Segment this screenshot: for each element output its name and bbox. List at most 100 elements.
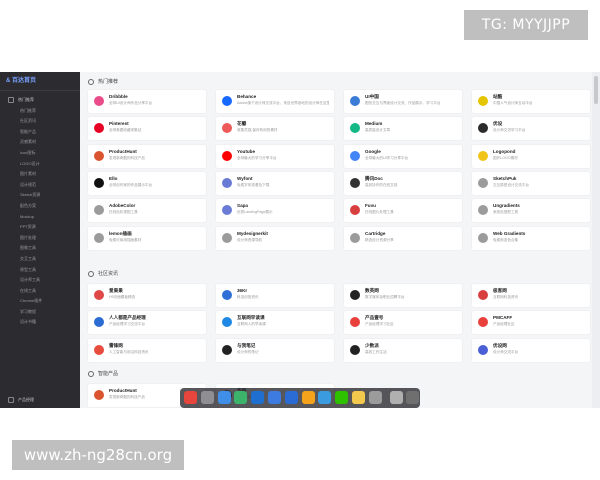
site-card[interactable]: ProductHunt 发现新奇酷的科技产品 xyxy=(88,144,206,168)
chrome-icon[interactable] xyxy=(184,391,197,404)
sidebar-item[interactable]: 原型工具 xyxy=(0,265,80,276)
sidebar-item[interactable]: icon图标 xyxy=(0,148,80,159)
sidebar-item-bottom[interactable]: 产品经理 xyxy=(0,395,80,406)
site-name: 数英网 xyxy=(365,288,379,293)
sidebar-item[interactable]: 智能产品 xyxy=(0,127,80,138)
site-name: ProductHunt xyxy=(109,388,137,393)
launchpad-icon[interactable] xyxy=(200,391,214,404)
site-card[interactable]: Google 全球最大的UI学习分享平台 xyxy=(344,144,462,168)
site-card[interactable]: 与我笔记 设计师的笔记 xyxy=(216,338,334,362)
site-card[interactable]: Behance Adobe旗下设计师交流平台，来自世界各地的设计师在这里分享 xyxy=(216,90,334,113)
site-logo-icon xyxy=(478,177,488,188)
site-card[interactable]: 花瓣 收集灵感,保存有用的素材 xyxy=(216,117,334,141)
site-name: Dribbble xyxy=(109,94,128,99)
site-card[interactable]: Ungradients 渐变色搭配工具 xyxy=(472,199,590,223)
site-card[interactable]: Pinterest 全球美图收藏采集站 xyxy=(88,117,206,141)
site-logo-icon xyxy=(478,150,488,161)
illustrator-icon[interactable] xyxy=(301,391,315,404)
sidebar-item[interactable]: Chrome插件 xyxy=(0,296,80,307)
scrollbar[interactable] xyxy=(592,72,600,408)
site-card[interactable]: Ello 全球创作家的作品展示平台 xyxy=(88,171,206,195)
site-name: 优设 xyxy=(493,121,503,127)
sidebar-item[interactable]: 配色方案 xyxy=(0,201,80,212)
sidebar-item[interactable]: 交互工具 xyxy=(0,254,80,265)
sidebar-item[interactable]: 社区资讯 xyxy=(0,116,80,127)
sidebar-item[interactable]: 设计书籍 xyxy=(0,317,80,328)
site-card[interactable]: Mydesignerkit 设计师资源导航 xyxy=(216,226,334,250)
site-card[interactable]: AdobeColor 在线色彩搭配工具 xyxy=(88,199,206,223)
trash-icon[interactable] xyxy=(389,391,403,404)
site-description: 互联网科技资讯 xyxy=(493,295,519,299)
sidebar-item[interactable]: LOGO设计 xyxy=(0,159,80,170)
site-name: 腾讯Doc xyxy=(365,175,383,181)
sidebar-item[interactable]: 在线工具 xyxy=(0,286,80,297)
site-logo-icon xyxy=(478,96,488,106)
sidebar-item[interactable]: 热门推荐 xyxy=(0,95,80,106)
photoshop-icon[interactable] xyxy=(251,391,265,404)
site-card[interactable]: 雷锋网 人工智能与前沿科技资讯 xyxy=(88,338,206,362)
sidebar-item[interactable]: 图像工具 xyxy=(0,243,80,254)
app-icon[interactable] xyxy=(284,391,298,404)
site-card[interactable]: lemon插画 免费可商用插画素材 xyxy=(88,226,206,250)
site-card[interactable]: 极客网互联网科技资讯 xyxy=(472,284,590,307)
sidebar-item[interactable]: 设计师工具 xyxy=(0,275,80,286)
site-card[interactable]: 产品壹号 产品经理学习社区 xyxy=(344,311,462,335)
site-logo-icon xyxy=(350,177,360,188)
site-card[interactable]: 优设网 设计师交流平台 xyxy=(472,338,590,362)
site-card[interactable]: 腾讯Doc 高效协作的在线文档 xyxy=(344,171,462,195)
site-logo-icon xyxy=(350,344,360,355)
sidebar-item[interactable]: 设计规范 xyxy=(0,180,80,191)
sidebar-item[interactable]: PPT资源 xyxy=(0,222,80,233)
site-card[interactable]: Medium 高质量设计文章 xyxy=(344,117,462,141)
site-name: PMCAFF xyxy=(493,315,513,321)
wechat-icon[interactable] xyxy=(335,391,349,404)
site-card[interactable]: Sapa 优秀LandingPage展示 xyxy=(216,199,334,223)
sidebar-item[interactable]: 灵感素材 xyxy=(0,137,80,148)
site-card[interactable]: Logopond 国外LOGO素材 xyxy=(472,144,590,168)
site-description: 设计师交流平台 xyxy=(493,349,519,354)
finder-icon[interactable] xyxy=(217,391,231,404)
site-card[interactable]: 少数派 高效工作生活 xyxy=(344,338,462,362)
site-card[interactable]: 站酷 中国人气设计师互动平台 xyxy=(472,90,590,113)
site-card[interactable]: 优设 设计师交流学习平台 xyxy=(472,117,590,141)
wechat-work-icon[interactable] xyxy=(234,391,248,404)
scrollbar-thumb[interactable] xyxy=(594,76,598,104)
sidebar-item[interactable]: 学习教程 xyxy=(0,307,80,318)
site-description: 收集灵感,保存有用的素材 xyxy=(237,128,278,133)
site-name: 花瓣 xyxy=(237,121,247,127)
site-card[interactable]: Dribbble 全球UI设计师作品分享平台 xyxy=(88,90,206,113)
site-name: 极客网 xyxy=(493,288,507,293)
site-card[interactable]: Web Gradients 免费渐变色合集 xyxy=(472,226,590,250)
pdf-icon[interactable] xyxy=(268,391,281,404)
pen-icon[interactable] xyxy=(368,391,382,404)
site-name: Fuvu xyxy=(365,203,376,209)
sidebar-item[interactable]: 图片处理 xyxy=(0,233,80,244)
sidebar: & 百达首页 热门推荐 热门推荐 社区资讯 智能产品 灵感素材 icon图标 LOGO设计图… xyxy=(0,72,80,408)
site-card[interactable]: PMCAFF 产品经理社区 xyxy=(472,311,590,335)
site-card[interactable]: Fuvu 在线图片处理工具 xyxy=(344,199,462,223)
sidebar-item[interactable]: Mockup xyxy=(0,212,80,223)
site-card[interactable]: UI中国 图形交互与界面设计交流、作品展示、学习平台 xyxy=(344,90,462,113)
sidebar-item[interactable]: 图片素材 xyxy=(0,169,80,180)
sidebar-logo[interactable]: & 百达首页 xyxy=(0,72,80,91)
site-card[interactable]: 爱果果 H5页面模板精选 xyxy=(88,284,206,307)
site-description: 全球最大的UI学习分享平台 xyxy=(365,155,409,160)
site-card[interactable]: 数英网 数字媒体及职业招聘平台 xyxy=(344,284,462,307)
main-content: 热门推荐 Dribbble 全球UI设计师作品分享平台 Behance Adobe旗下设… xyxy=(80,72,592,408)
site-card[interactable]: 互联网早读课 互联网人的早读课 xyxy=(216,311,334,335)
browser-screen: & 百达首页 热门推荐 热门推荐 社区资讯 智能产品 灵感素材 icon图标 LOGO设计图… xyxy=(0,72,600,408)
site-card[interactable]: 36Kr 科技创投资讯 xyxy=(216,284,334,307)
site-card[interactable]: Wyfont 免费字体查看及下载 xyxy=(216,171,334,195)
site-card[interactable]: Cartridge 精选设计资源分享 xyxy=(344,226,462,250)
sidebar-item[interactable]: 热门推荐 xyxy=(0,106,80,117)
site-logo-icon xyxy=(350,290,360,300)
sidebar-item[interactable]: Sketch资源 xyxy=(0,190,80,201)
site-description: 精选设计资源分享 xyxy=(365,237,394,242)
grid-icon[interactable] xyxy=(406,391,420,404)
preview-icon[interactable] xyxy=(318,391,332,404)
site-card[interactable]: SketchPuk 交互原型设计交流平台 xyxy=(472,171,590,195)
notes-icon[interactable] xyxy=(352,391,365,404)
site-card[interactable]: Youtube 全球最大的学习分享平台 xyxy=(216,144,334,168)
site-logo-icon xyxy=(478,344,488,355)
site-card[interactable]: 人人都是产品经理 产品经理学习交流平台 xyxy=(88,311,206,335)
